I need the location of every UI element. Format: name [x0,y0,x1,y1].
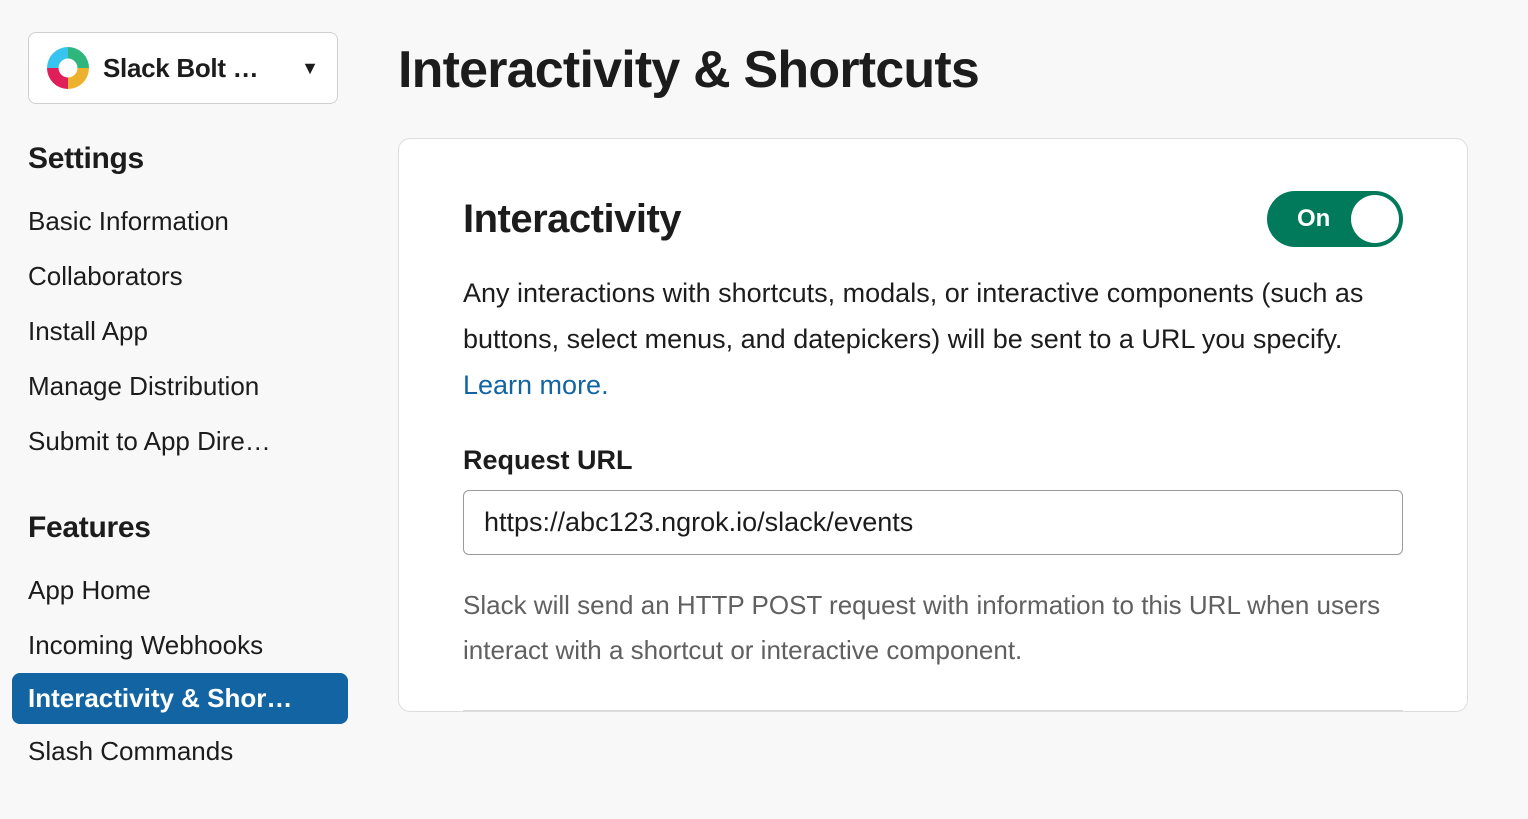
toggle-label: On [1297,205,1330,233]
sidebar-item-slash-commands[interactable]: Slash Commands [28,724,342,779]
interactivity-card: Interactivity On Any interactions with s… [398,138,1468,712]
sidebar-heading-features: Features [28,511,342,545]
interactivity-description: Any interactions with shortcuts, modals,… [463,271,1403,409]
caret-down-icon: ▼ [301,58,319,79]
request-url-label: Request URL [463,445,1403,476]
main-content: Interactivity & Shortcuts Interactivity … [370,0,1528,819]
card-title: Interactivity [463,197,681,242]
sidebar-item-incoming-webhooks[interactable]: Incoming Webhooks [28,618,342,673]
request-url-input[interactable] [463,490,1403,555]
app-selector-name: Slack Bolt … [103,53,287,84]
sidebar-heading-settings: Settings [28,142,342,176]
interactivity-toggle[interactable]: On [1267,191,1403,247]
request-url-helper: Slack will send an HTTP POST request wit… [463,583,1403,674]
sidebar-item-collaborators[interactable]: Collaborators [28,249,342,304]
sidebar-item-install-app[interactable]: Install App [28,304,342,359]
sidebar-item-manage-distribution[interactable]: Manage Distribution [28,359,342,414]
sidebar-item-submit-app-directory[interactable]: Submit to App Dire… [28,414,342,469]
sidebar: Slack Bolt … ▼ Settings Basic Informatio… [0,0,370,819]
description-text: Any interactions with shortcuts, modals,… [463,278,1363,354]
section-divider [463,710,1403,711]
app-logo-icon [47,47,89,89]
app-selector-dropdown[interactable]: Slack Bolt … ▼ [28,32,338,104]
card-header: Interactivity On [463,191,1403,247]
sidebar-item-basic-information[interactable]: Basic Information [28,194,342,249]
page-title: Interactivity & Shortcuts [398,40,1468,100]
toggle-knob [1351,195,1399,243]
sidebar-item-app-home[interactable]: App Home [28,563,342,618]
learn-more-link[interactable]: Learn more. [463,370,609,400]
sidebar-item-interactivity-shortcuts[interactable]: Interactivity & Shor… [12,673,348,724]
